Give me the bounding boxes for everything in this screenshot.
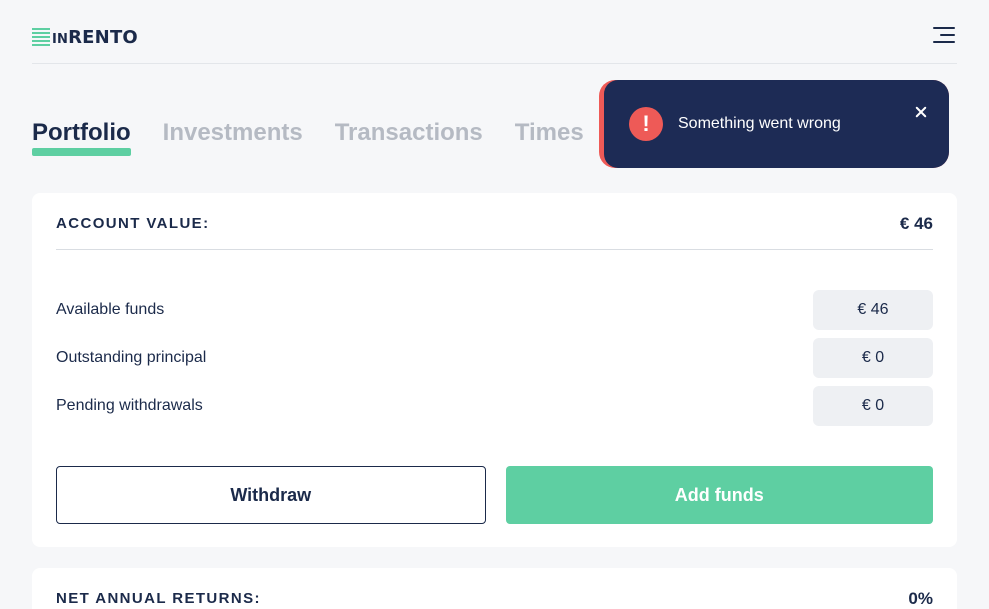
account-value-header: ACCOUNT VALUE: € 46 [56,213,933,250]
withdraw-button[interactable]: Withdraw [56,466,486,524]
account-value-title: ACCOUNT VALUE: [56,215,210,232]
logo-text-suffix: RENTO [68,26,138,48]
add-funds-button[interactable]: Add funds [505,466,933,524]
toast-message: Something went wrong [678,115,841,132]
tab-times[interactable]: Times [515,116,584,156]
logo-text-prefix: IN [52,31,69,47]
top-header: INRENTO [32,0,957,64]
close-icon[interactable] [911,102,931,122]
net-annual-returns-title: NET ANNUAL RETURNS: [56,590,261,607]
row-label: Outstanding principal [56,349,207,366]
account-actions: Withdraw Add funds [56,466,933,524]
tab-transactions[interactable]: Transactions [335,116,483,156]
account-value-amount: € 46 [899,214,933,233]
row-value: € 0 [813,386,933,426]
account-value-card: ACCOUNT VALUE: € 46 Available funds € 46… [32,193,957,547]
list-item-pending-withdrawals: Pending withdrawals € 0 [56,386,933,426]
row-label: Pending withdrawals [56,397,203,414]
inrento-logo[interactable]: INRENTO [32,24,138,50]
row-value: € 46 [813,290,933,330]
hamburger-menu-icon[interactable] [933,27,955,45]
portfolio-tabs: Portfolio Investments Transactions Times [32,116,584,158]
logo-building-icon [32,28,50,46]
account-breakdown: Available funds € 46 Outstanding princip… [56,290,933,434]
net-annual-returns-value: 0% [908,589,933,608]
net-annual-returns-header: NET ANNUAL RETURNS: 0% [56,588,933,609]
list-item-outstanding-principal: Outstanding principal € 0 [56,338,933,378]
error-toast: ! Something went wrong [599,80,949,168]
row-label: Available funds [56,301,165,318]
row-value: € 0 [813,338,933,378]
list-item-available-funds: Available funds € 46 [56,290,933,330]
error-toast-body: ! Something went wrong [604,80,949,168]
net-annual-returns-card: NET ANNUAL RETURNS: 0% [32,568,957,609]
logo-text: INRENTO [52,27,138,48]
tab-investments[interactable]: Investments [163,116,303,156]
exclamation-icon: ! [629,107,663,141]
tab-portfolio[interactable]: Portfolio [32,116,131,156]
